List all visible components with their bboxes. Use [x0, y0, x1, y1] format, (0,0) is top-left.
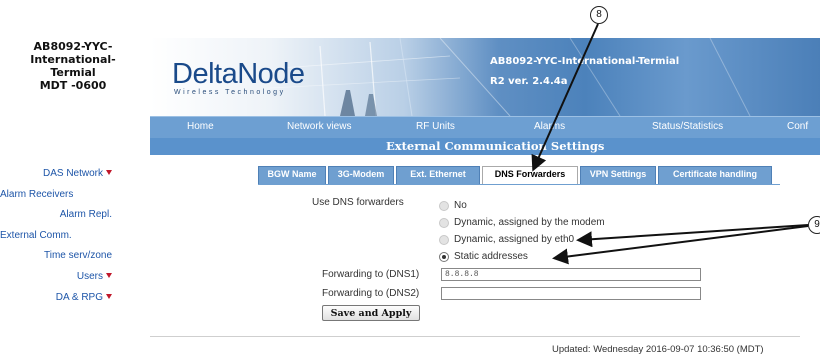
callout-9-arrow-eth0 — [576, 224, 809, 248]
callout-8-arrow — [531, 23, 599, 172]
callout-9-arrow-static — [552, 225, 809, 265]
callout-arrows — [531, 23, 809, 265]
